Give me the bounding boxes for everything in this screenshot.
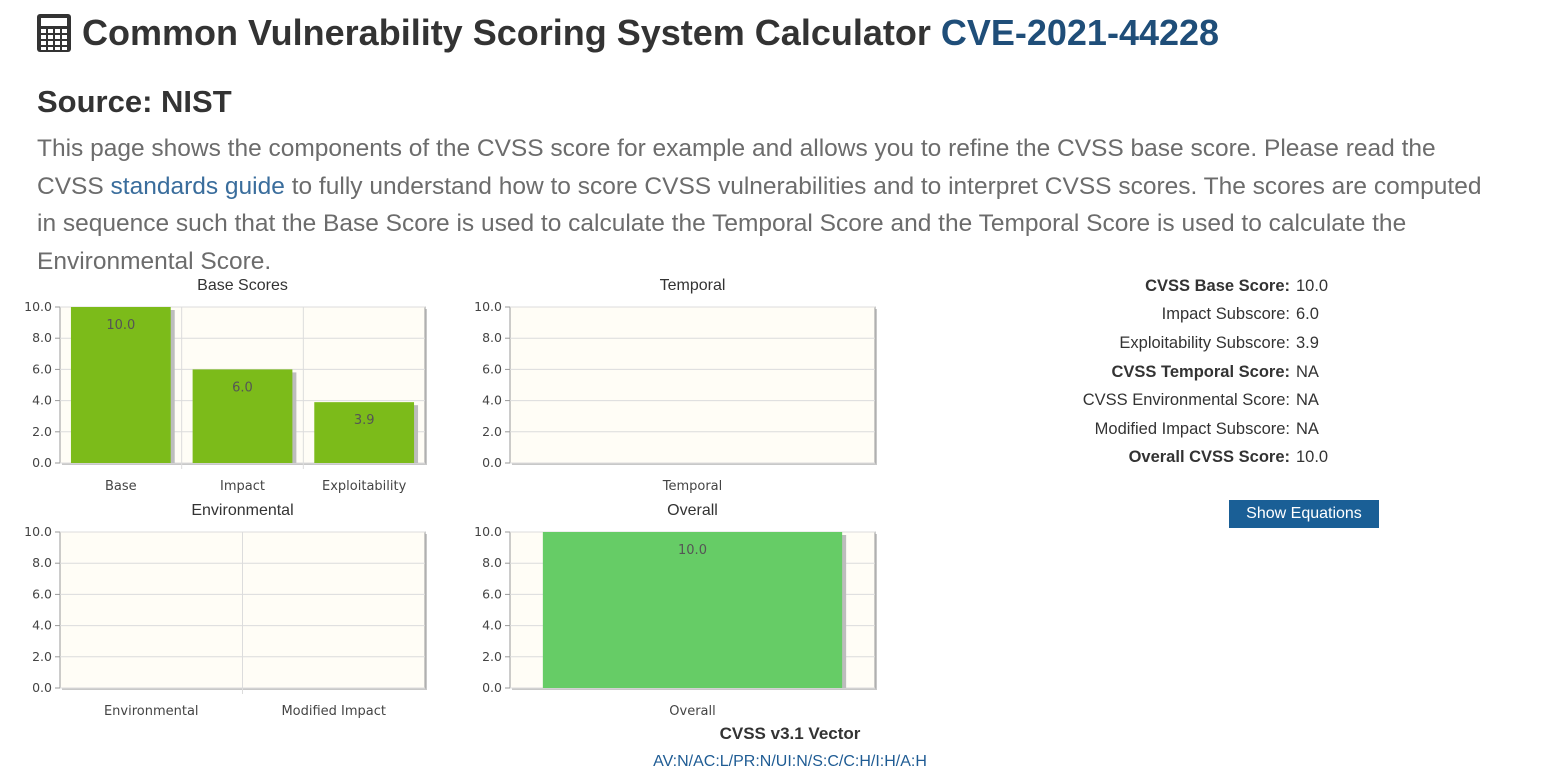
cve-link[interactable]: CVE-2021-44228 [941,12,1219,54]
page-title: Common Vulnerability Scoring System Calc… [82,12,931,53]
bar-value-label: 10.0 [678,543,707,558]
category-label: Environmental [104,704,199,719]
y-tick-label: 2.0 [482,649,502,664]
chart-title: Base Scores [197,277,288,294]
y-tick-label: 6.0 [482,586,502,601]
score-row: Exploitability Subscore: 3.9 [1000,329,1500,358]
chart-svg: Temporal 0.0 2.0 4.0 6.0 8.0 10.0 Temporal [474,277,877,494]
y-tick-label: 8.0 [482,555,502,570]
environmental-chart: Environmental 0.0 2.0 4.0 6.0 8.0 10.0 Environm… [10,497,430,722]
y-tick-label: 6.0 [32,586,52,601]
source-heading: Source: NIST [37,84,232,119]
category-label: Modified Impact [281,704,386,719]
score-value: NA [1296,419,1319,438]
vector-title: CVSS v3.1 Vector [719,724,861,743]
description: This page shows the components of the CV… [37,130,1507,280]
category-label: Temporal [662,479,723,494]
score-row: Modified Impact Subscore: NA [1000,415,1500,444]
temporal-chart: Temporal 0.0 2.0 4.0 6.0 8.0 10.0 Temporal [460,272,880,497]
chart-title: Environmental [191,502,293,519]
y-tick-label: 10.0 [474,524,502,539]
y-tick-label: 2.0 [482,424,502,439]
overall-chart: Overall 0.0 2.0 4.0 6.0 8.0 10.0 10.0 Overall [460,497,880,722]
score-row: Impact Subscore: 6.0 [1000,301,1500,330]
plot-area [509,306,876,464]
bar [314,402,415,463]
y-tick-label: 10.0 [474,299,502,314]
y-tick-label: 8.0 [32,330,52,345]
chart-svg: Overall 0.0 2.0 4.0 6.0 8.0 10.0 10.0 Overall [474,502,877,719]
y-tick-label: 0.0 [32,680,52,695]
score-summary: CVSS Base Score: 10.0 Impact Subscore: 6.0 E… [1000,272,1500,472]
score-row: CVSS Base Score: 10.0 [1000,272,1500,301]
y-tick-label: 8.0 [482,330,502,345]
y-tick-label: 2.0 [32,424,52,439]
score-label: Overall CVSS Score: [1128,448,1290,467]
bar-value-label: 6.0 [232,380,253,395]
score-value: 10.0 [1296,448,1329,467]
page-header: Common Vulnerability Scoring System Calc… [36,12,1219,54]
vector-string-link[interactable]: AV:N/AC:L/PR:N/UI:N/S:C/C:H/I:H/A:H [590,753,990,771]
score-label: Impact Subscore: [1161,305,1290,324]
show-equations-button[interactable]: Show Equations [1229,500,1379,528]
score-value: NA [1296,362,1319,381]
score-row: Overall CVSS Score: 10.0 [1000,444,1500,473]
category-label: Overall [669,704,715,719]
score-label: Modified Impact Subscore: [1094,419,1290,438]
score-row: CVSS Environmental Score: NA [1000,386,1500,415]
chart-svg: Environmental 0.0 2.0 4.0 6.0 8.0 10.0 Environm… [24,502,427,719]
y-tick-label: 4.0 [482,393,502,408]
y-tick-label: 4.0 [32,393,52,408]
category-label: Impact [220,479,265,494]
y-tick-label: 10.0 [24,524,52,539]
score-value: 10.0 [1296,276,1329,295]
y-tick-label: 4.0 [482,618,502,633]
score-value: 6.0 [1296,305,1319,324]
y-tick-label: 6.0 [482,361,502,376]
category-label: Base [105,479,137,494]
y-tick-label: 0.0 [482,455,502,470]
bar-value-label: 10.0 [106,318,135,333]
score-label: Exploitability Subscore: [1119,333,1290,352]
standards-guide-link[interactable]: standards guide [111,173,285,200]
chart-title: Temporal [660,277,726,294]
bar-value-label: 3.9 [354,413,375,428]
y-tick-label: 4.0 [32,618,52,633]
y-tick-label: 2.0 [32,649,52,664]
score-label: CVSS Temporal Score: [1111,362,1291,381]
base-scores-chart: Base Scores 0.0 2.0 4.0 6.0 8.0 10.0 10.0 Base 6.… [10,272,430,497]
y-tick-label: 0.0 [482,680,502,695]
score-label: CVSS Base Score: [1145,276,1290,295]
y-tick-label: 0.0 [32,455,52,470]
y-tick-label: 6.0 [32,361,52,376]
score-row: CVSS Temporal Score: NA [1000,358,1500,387]
score-label: CVSS Environmental Score: [1082,391,1290,410]
chart-title: Overall [667,502,718,519]
score-value: NA [1296,391,1319,410]
y-tick-label: 10.0 [24,299,52,314]
chart-svg: Base Scores 0.0 2.0 4.0 6.0 8.0 10.0 10.0 Base 6.… [24,277,427,494]
score-value: 3.9 [1296,333,1319,352]
y-tick-label: 8.0 [32,555,52,570]
calculator-icon [37,14,71,52]
category-label: Exploitability [322,479,407,494]
